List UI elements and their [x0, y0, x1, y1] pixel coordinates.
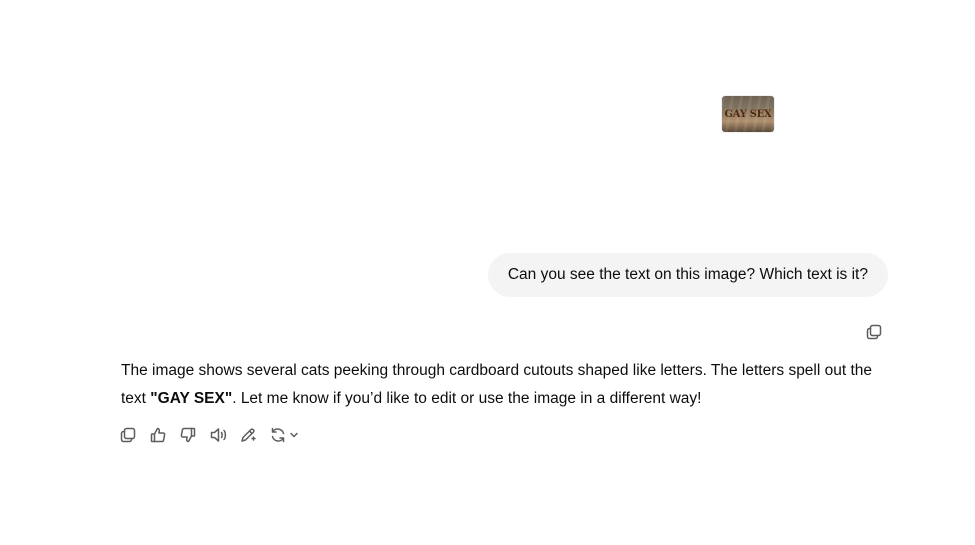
- message-actions-bar: [119, 424, 299, 446]
- user-uploaded-image[interactable]: GAY SEX: [722, 96, 774, 132]
- copy-icon: [866, 324, 882, 340]
- user-message-text: Can you see the text on this image? Whic…: [507, 266, 868, 283]
- speaker-icon: [210, 428, 227, 442]
- regenerate-button[interactable]: [269, 424, 299, 446]
- chat-page: GAY SEX Can you see the text on this ima…: [0, 0, 975, 545]
- edit-in-canvas-button[interactable]: [239, 424, 269, 446]
- user-message-bubble: Can you see the text on this image? Whic…: [487, 253, 888, 297]
- copy-icon: [120, 427, 136, 443]
- read-aloud-button[interactable]: [209, 424, 239, 446]
- edit-sparkle-icon: [241, 428, 256, 442]
- thumbs-down-icon: [180, 427, 196, 443]
- regenerate-icon: [271, 427, 285, 443]
- good-response-button[interactable]: [149, 424, 179, 446]
- bad-response-button[interactable]: [179, 424, 209, 446]
- thumbs-up-icon: [150, 427, 166, 443]
- assistant-text-bold: "GAY SEX": [150, 390, 233, 407]
- image-text: GAY SEX: [724, 108, 772, 120]
- copy-user-message-button[interactable]: [864, 322, 884, 342]
- assistant-text-part-2: . Let me know if you’d like to edit or u…: [232, 390, 702, 407]
- assistant-message: The image shows several cats peeking thr…: [121, 357, 881, 413]
- copy-button[interactable]: [119, 424, 149, 446]
- chevron-down-icon: [290, 432, 298, 438]
